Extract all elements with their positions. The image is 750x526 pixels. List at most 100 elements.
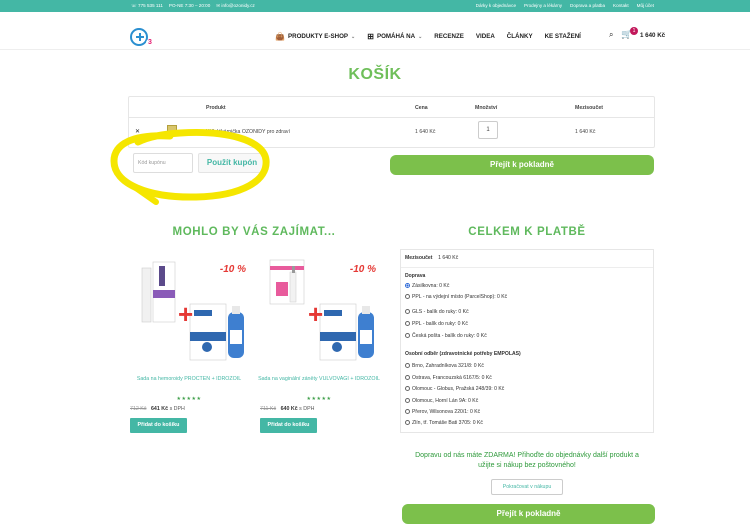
email-link[interactable]: ✉ info@ozonidy.cz	[216, 3, 255, 9]
subtotal-row: Mezisoučet 1 640 Kč	[405, 255, 458, 261]
chevron-down-icon: ⌄	[418, 33, 423, 40]
phone-text: 775 535 111	[138, 3, 163, 8]
shipping-option-label: Zásilkovna: 0 Kč	[412, 283, 450, 289]
quantity-input[interactable]: 1	[478, 121, 498, 139]
recommend-title: MOHLO BY VÁS ZAJÍMAT...	[172, 226, 336, 238]
coupon-input[interactable]: Kód kupónu	[133, 153, 193, 173]
radio-button[interactable]	[405, 420, 410, 426]
product-card: + -10 % Sada na hemoroidy PROCTEN + IDRO…	[128, 252, 250, 433]
checkout-button[interactable]: Přejít k pokladně	[390, 155, 654, 175]
product-title[interactable]: Sada na hemoroidy PROCTEN + IDROZOIL	[128, 376, 250, 390]
add-to-cart-button[interactable]: Přidat do košíku	[130, 418, 187, 433]
totals-title: CELKEM K PLATBĚ	[468, 226, 586, 238]
product-image[interactable]: + -10 %	[258, 252, 380, 370]
shipping-option-label: Česká pošta - balík do ruky: 0 Kč	[412, 333, 487, 339]
main-nav: 👜 PRODUKTY E-SHOP ⌄ ⊞ POMÁHÁ NA ⌄ RECENZ…	[275, 32, 581, 41]
pickup-option-label: Olomouc, Horní Lán 9A: 0 Kč	[412, 398, 479, 404]
old-price: 711 Kč	[260, 406, 277, 412]
pickup-option[interactable]: Olomouc - Globus, Pražská 248/39: 0 Kč	[405, 386, 504, 392]
phone-link[interactable]: ☏ 775 535 111	[131, 3, 163, 9]
search-icon[interactable]: ⌕	[609, 30, 613, 40]
totals-box: Mezisoučet 1 640 Kč Doprava Zásilkovna: …	[400, 249, 654, 433]
radio-button[interactable]	[405, 321, 410, 327]
nav-helps-label: POMÁHÁ NA	[376, 33, 416, 40]
top-link-contact[interactable]: Kontakt	[613, 3, 629, 8]
top-link-account[interactable]: Můj účet	[637, 3, 654, 8]
radio-button[interactable]	[405, 375, 410, 381]
vat-note: s DPH	[299, 406, 315, 412]
pickup-option[interactable]: Brno, Zahradníkova 321/8: 0 Kč	[405, 363, 484, 369]
radio-button[interactable]	[405, 283, 410, 289]
radio-button[interactable]	[405, 294, 410, 300]
top-link-shipping[interactable]: Doprava a platba	[570, 3, 605, 8]
top-link-gifts[interactable]: Dárky k objednávce	[476, 3, 516, 8]
add-to-cart-button[interactable]: Přidat do košíku	[260, 418, 317, 433]
shipping-option[interactable]: PPL - na výdejní místo (ParcelShop): 0 K…	[405, 294, 507, 300]
radio-button[interactable]	[405, 333, 410, 339]
col-header-price: Cena	[415, 105, 428, 111]
pickup-option-label: Zlín, tř. Tomáše Bati 3705: 0 Kč	[412, 420, 483, 426]
shipping-option-label: GLS - balík do ruky: 0 Kč	[412, 309, 469, 315]
plus-icon: +	[178, 299, 194, 329]
product-title[interactable]: Sada na vaginální záněty VULVOVAGI + IDR…	[258, 376, 380, 390]
top-link-stores[interactable]: Prodejny a lékárny	[524, 3, 562, 8]
discount-badge: -10 %	[349, 264, 376, 275]
chevron-down-icon: ⌄	[351, 33, 356, 40]
radio-button[interactable]	[405, 386, 410, 392]
pickup-label-text: Osobní odběr (zdravotnické potřeby EMPOL…	[405, 351, 521, 357]
continue-shopping-button[interactable]: Pokračovat v nákupu	[491, 479, 563, 495]
shipping-option[interactable]: PPL - balík do ruky: 0 Kč	[405, 321, 468, 327]
rating-stars: ★★★★★	[176, 396, 202, 402]
radio-button[interactable]	[405, 363, 410, 369]
first-aid-icon: ⊞	[367, 32, 374, 41]
pickup-option-label: Olomouc - Globus, Pražská 248/39: 0 Kč	[412, 386, 505, 392]
nav-helps-with[interactable]: ⊞ POMÁHÁ NA ⌄	[367, 32, 422, 41]
shipping-label-text: Doprava	[405, 273, 426, 279]
product-price: 711 Kč 640 Kč s DPH	[258, 406, 380, 412]
shopping-bag-icon: 👜	[275, 32, 285, 41]
radio-button[interactable]	[405, 398, 410, 404]
nav-products-label: PRODUKTY E-SHOP	[287, 33, 349, 40]
product-card: + -10 % Sada na vaginální záněty VULVOVA…	[258, 252, 380, 433]
nav-videos[interactable]: VIDEA	[476, 33, 495, 40]
col-header-product: Produkt	[206, 105, 226, 111]
pickup-option-label: Přerov, Wilsonova 220/1: 0 Kč	[412, 409, 481, 415]
plus-icon: +	[308, 299, 324, 329]
col-header-subtotal: Mezisoučet	[575, 105, 603, 111]
product-thumbnail[interactable]	[167, 125, 177, 135]
col-header-qty: Množství	[475, 105, 498, 111]
new-price: 641 Kč	[150, 406, 169, 412]
divider	[401, 267, 653, 268]
pickup-option[interactable]: Zlín, tř. Tomáše Bati 3705: 0 Kč	[405, 420, 483, 426]
pickup-option[interactable]: Přerov, Wilsonova 220/1: 0 Kč	[405, 409, 480, 415]
pickup-option[interactable]: Olomouc, Horní Lán 9A: 0 Kč	[405, 398, 478, 404]
product-price: 712 Kč 641 Kč s DPH	[128, 406, 250, 412]
nav-products[interactable]: 👜 PRODUKTY E-SHOP ⌄	[275, 32, 355, 41]
free-shipping-line-2: užijte si nákup bez poštovného!	[478, 462, 576, 469]
shipping-option-label: PPL - na výdejní místo (ParcelShop): 0 K…	[412, 294, 508, 300]
remove-item-icon[interactable]: ✕	[135, 128, 140, 135]
free-shipping-line-1: Dopravu od nás máte ZDARMA! Přihoďte do …	[415, 452, 639, 459]
pickup-option[interactable]: Ostrava, Francouzská 6167/5: 0 Kč	[405, 375, 492, 381]
shipping-option-label: PPL - balík do ruky: 0 Kč	[412, 321, 468, 327]
top-bar: ☏ 775 535 111 PO-NE 7:30 – 20:00 ✉ info@…	[0, 0, 750, 12]
vat-note: s DPH	[169, 406, 185, 412]
apply-coupon-button[interactable]: Použít kupón	[198, 153, 266, 173]
shipping-option[interactable]: Zásilkovna: 0 Kč	[405, 283, 449, 289]
radio-button[interactable]	[405, 409, 410, 415]
nav-articles[interactable]: ČLÁNKY	[507, 33, 533, 40]
header-cart-total[interactable]: 1 640 Kč	[640, 32, 665, 39]
shipping-option[interactable]: GLS - balík do ruky: 0 Kč	[405, 309, 469, 315]
subtotal-label: Mezisoučet	[405, 255, 433, 261]
logo[interactable]: 3	[130, 28, 154, 47]
pickup-option-label: Brno, Zahradníkova 321/8: 0 Kč	[412, 363, 484, 369]
discount-badge: -10 %	[219, 264, 246, 275]
product-image[interactable]: + -10 %	[128, 252, 250, 370]
cart-count-badge: 1	[630, 27, 638, 35]
checkout-button-bottom[interactable]: Přejít k pokladně	[402, 504, 655, 524]
cart-item-name[interactable]: XXL lékárnička OZONIDY pro zdraví	[206, 129, 290, 135]
radio-button[interactable]	[405, 309, 410, 315]
nav-downloads[interactable]: KE STAŽENÍ	[545, 33, 581, 40]
nav-reviews[interactable]: RECENZE	[434, 33, 464, 40]
shipping-option[interactable]: Česká pošta - balík do ruky: 0 Kč	[405, 333, 487, 339]
